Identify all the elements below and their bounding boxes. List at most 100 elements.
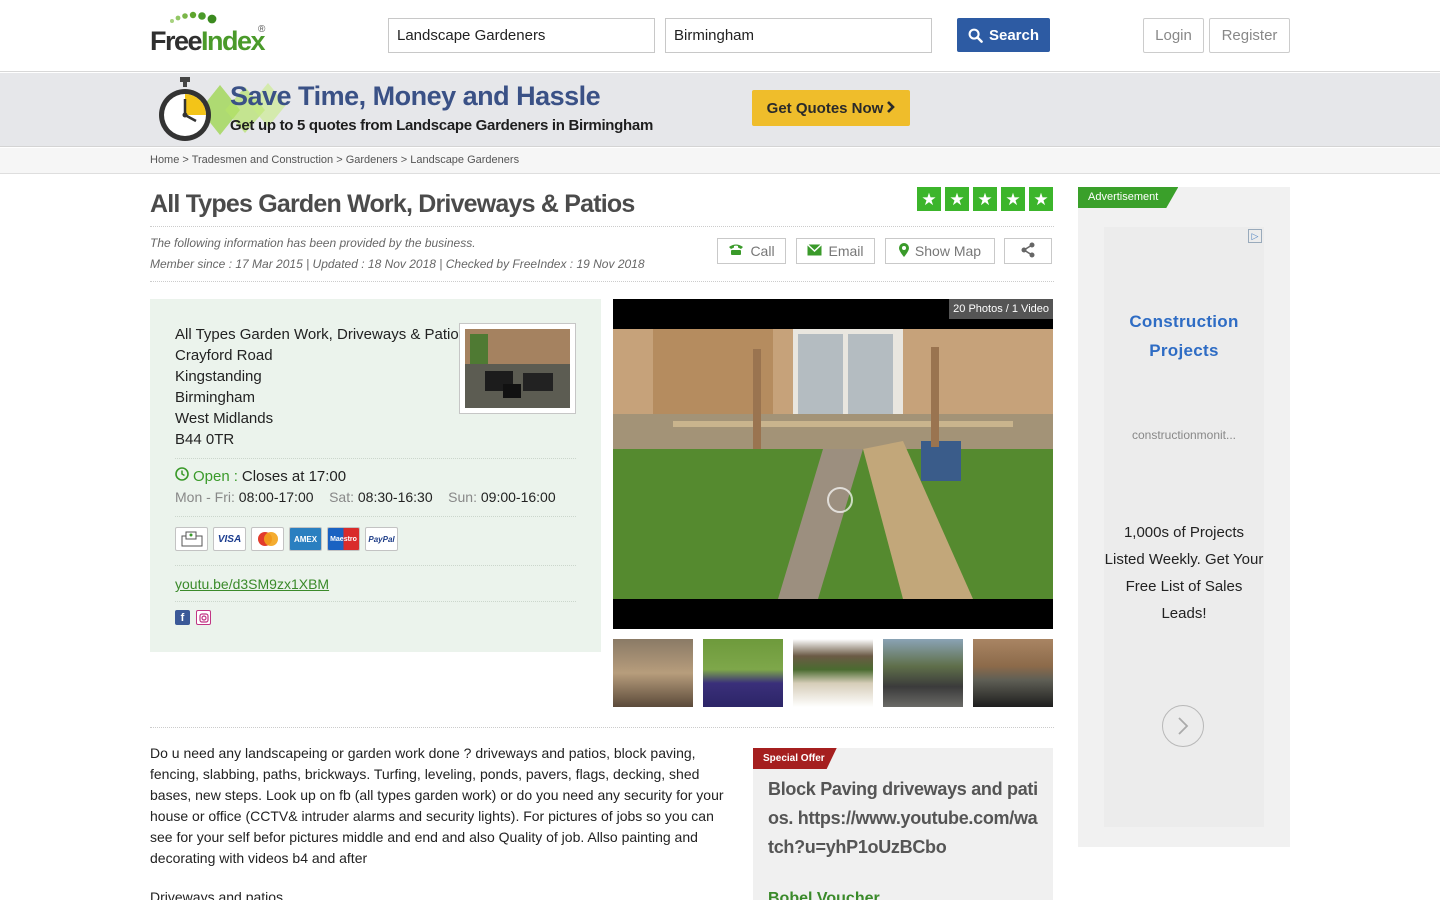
register-button[interactable]: Register	[1209, 18, 1290, 53]
search-where-input[interactable]: Birmingham	[665, 18, 932, 53]
breadcrumb-tradesmen[interactable]: Tradesmen and Construction	[192, 154, 333, 166]
get-quotes-label: Get Quotes Now	[766, 99, 884, 117]
photo-thumbnail[interactable]	[973, 639, 1053, 707]
search-button[interactable]: Search	[957, 18, 1050, 52]
address-name: All Types Garden Work, Driveways & Patio…	[175, 326, 467, 343]
business-logo-thumbnail[interactable]	[459, 323, 576, 414]
hours-time-sun: 09:00-16:00	[480, 489, 556, 505]
ad-domain: constructionmonit...	[1131, 428, 1237, 442]
get-quotes-button[interactable]: Get Quotes Now	[752, 90, 910, 126]
star-icon: ★	[1001, 187, 1025, 211]
site-header: FreeIndex ® Landscape Gardeners Birmingh…	[0, 0, 1440, 72]
breadcrumb-landscape-gardeners[interactable]: Landscape Gardeners	[410, 154, 519, 166]
special-offer-text: Block Paving driveways and patios. https…	[768, 779, 1038, 857]
photo-thumbnail[interactable]	[703, 639, 783, 707]
business-info-panel: All Types Garden Work, Driveways & Patio…	[150, 299, 601, 652]
photo-thumbnail[interactable]	[793, 639, 873, 707]
opening-status: Open : Closes at 17:00	[175, 467, 346, 485]
freeindex-logo[interactable]: FreeIndex ®	[150, 10, 270, 56]
facebook-icon[interactable]: f	[175, 610, 190, 625]
show-map-button[interactable]: Show Map	[885, 238, 995, 264]
star-icon: ★	[917, 187, 941, 211]
hours-days-sat: Sat:	[329, 489, 354, 505]
adchoices-icon[interactable]: ▷	[1248, 229, 1262, 243]
breadcrumb-bar: Home > Tradesmen and Construction > Gard…	[0, 148, 1440, 174]
map-pin-icon	[898, 242, 909, 260]
special-offer-tag: Special Offer	[753, 748, 837, 769]
amex-icon: AMEX	[289, 527, 322, 551]
divider	[175, 565, 576, 566]
rating-stars[interactable]: ★ ★ ★ ★ ★	[917, 187, 1053, 211]
login-button[interactable]: Login	[1143, 18, 1204, 53]
search-button-label: Search	[988, 26, 1040, 44]
divider	[150, 727, 1054, 728]
banner-title: Save Time, Money and Hassle	[230, 81, 601, 111]
divider	[150, 226, 1054, 227]
call-label: Call	[750, 243, 775, 259]
breadcrumb-home[interactable]: Home	[150, 154, 179, 166]
registered-mark: ®	[258, 24, 266, 35]
ad-content[interactable]: ▷ Construction Projects constructionmoni…	[1104, 227, 1264, 827]
page-title: All Types Garden Work, Driveways & Patio…	[150, 190, 635, 218]
paypal-icon: PayPal	[365, 527, 398, 551]
call-button[interactable]: Call	[717, 238, 786, 264]
payment-methods: VISA AMEX Maestro PayPal	[175, 527, 398, 551]
photo-thumbnail[interactable]	[613, 639, 693, 707]
clock-icon	[175, 467, 189, 485]
business-address: All Types Garden Work, Driveways & Patio…	[175, 324, 466, 450]
search-what-input[interactable]: Landscape Gardeners	[388, 18, 655, 53]
description-continued: Driveways and patios	[150, 889, 284, 900]
special-offer-box: Special Offer Block Paving driveways and…	[753, 748, 1053, 900]
address-county: West Midlands	[175, 410, 274, 427]
business-description: Do u need any landscapeing or garden wor…	[150, 745, 724, 866]
address-city: Birmingham	[175, 389, 256, 406]
chevron-right-icon[interactable]	[1162, 705, 1204, 747]
address-postcode: B44 0TR	[175, 431, 235, 448]
envelope-icon	[807, 243, 823, 259]
quotes-banner: Save Time, Money and Hassle Get up to 5 …	[0, 73, 1440, 147]
photo-thumbnails	[613, 639, 1053, 707]
provided-note: The following information has been provi…	[150, 236, 476, 250]
maestro-icon: Maestro	[327, 527, 360, 551]
search-icon	[968, 28, 983, 43]
share-button[interactable]	[1004, 238, 1052, 264]
advertisement-tag: Advertisement	[1078, 187, 1179, 208]
special-offer-link[interactable]: Bobel Voucher	[768, 890, 880, 900]
member-info: Member since : 17 Mar 2015 | Updated : 1…	[150, 257, 645, 271]
photo-thumbnail[interactable]	[883, 639, 963, 707]
media-viewer[interactable]: 20 Photos / 1 Video	[613, 299, 1053, 629]
star-icon: ★	[1029, 187, 1053, 211]
closing-time: Closes at 17:00	[241, 467, 347, 485]
divider	[150, 281, 1054, 282]
banner-subtitle: Get up to 5 quotes from Landscape Garden…	[230, 117, 653, 134]
show-map-label: Show Map	[914, 243, 982, 259]
address-street: Crayford Road	[175, 347, 273, 364]
chevron-right-icon	[886, 100, 896, 117]
stopwatch-icon	[156, 77, 214, 143]
website-link[interactable]: youtu.be/d3SM9zx1XBM	[175, 576, 329, 592]
breadcrumb-gardeners[interactable]: Gardeners	[346, 154, 398, 166]
hours-days-weekday: Mon - Fri:	[175, 489, 235, 505]
divider	[175, 458, 576, 459]
breadcrumb: Home > Tradesmen and Construction > Gard…	[150, 154, 520, 166]
hours-time-weekday: 08:00-17:00	[238, 489, 314, 505]
media-count-badge[interactable]: 20 Photos / 1 Video	[949, 299, 1053, 319]
divider	[175, 516, 576, 517]
email-label: Email	[828, 243, 864, 259]
hours-days-sun: Sun:	[448, 489, 477, 505]
open-status: Open	[193, 467, 230, 485]
garden-thumbnail-image	[465, 329, 570, 408]
star-icon: ★	[973, 187, 997, 211]
star-icon: ★	[945, 187, 969, 211]
visa-icon: VISA	[213, 527, 246, 551]
divider	[175, 601, 576, 602]
ad-body: 1,000s of Projects Listed Weekly. Get Yo…	[1104, 524, 1264, 622]
ad-title[interactable]: Construction Projects	[1104, 307, 1264, 365]
cheque-icon	[175, 527, 208, 551]
address-area: Kingstanding	[175, 368, 262, 385]
email-button[interactable]: Email	[796, 238, 875, 264]
hours-time-sat: 08:30-16:30	[357, 489, 433, 505]
play-icon[interactable]	[827, 487, 853, 513]
video-preview-image	[613, 329, 1053, 599]
instagram-icon[interactable]	[196, 610, 211, 625]
